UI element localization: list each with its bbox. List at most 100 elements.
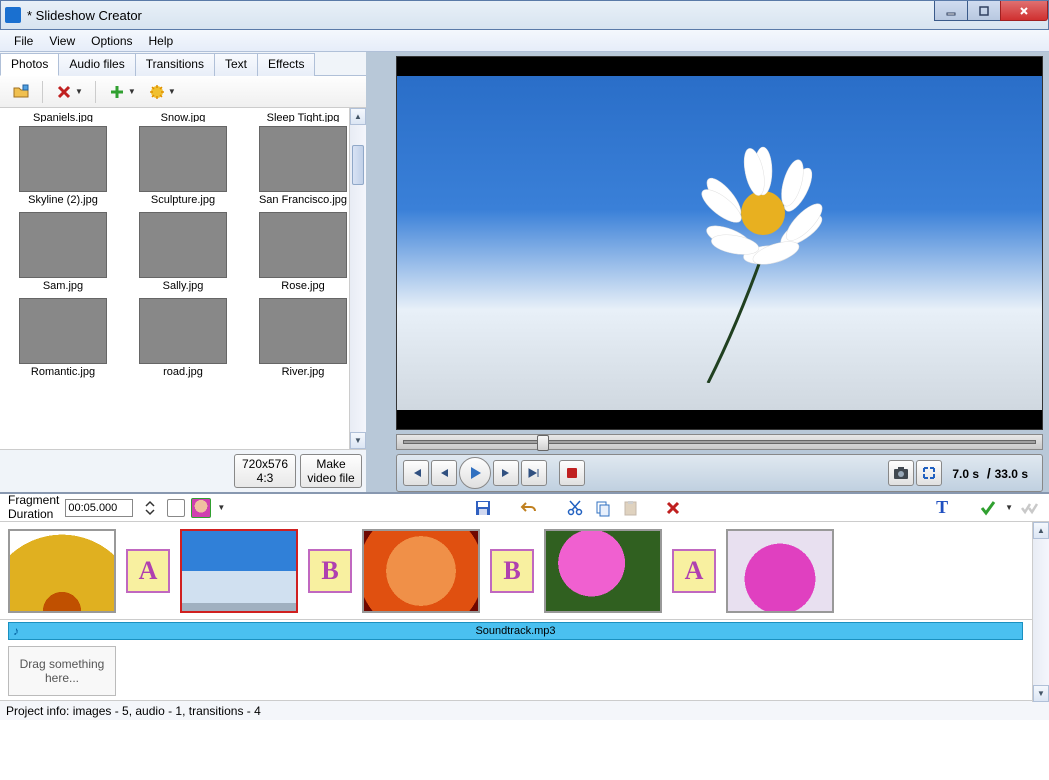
thumbnail-image <box>19 298 107 364</box>
scroll-down-icon[interactable]: ▼ <box>350 432 366 449</box>
menu-options[interactable]: Options <box>83 32 140 50</box>
menu-file[interactable]: File <box>6 32 41 50</box>
menu-bar: File View Options Help <box>0 30 1049 52</box>
drop-zone[interactable]: Drag something here... <box>8 646 116 696</box>
maximize-button[interactable] <box>967 1 1001 21</box>
duration-spinner[interactable] <box>139 497 161 519</box>
preview-viewport[interactable] <box>396 56 1043 430</box>
resolution-button[interactable]: 720x576 4:3 <box>234 454 296 488</box>
timeline-toolbar: FragmentDuration ▼ T ▼ <box>0 494 1049 522</box>
tab-effects[interactable]: Effects <box>257 53 315 76</box>
stop-button[interactable] <box>559 460 585 486</box>
preview-scrubber[interactable] <box>396 434 1043 450</box>
timeline-clip[interactable] <box>726 529 834 613</box>
fragment-duration-input[interactable] <box>65 499 133 517</box>
thumbnail-item[interactable]: Sam.jpg <box>8 212 118 292</box>
scroll-up-icon[interactable]: ▲ <box>1033 522 1049 539</box>
menu-help[interactable]: Help <box>141 32 182 50</box>
tab-audio-files[interactable]: Audio files <box>58 53 135 76</box>
next-button[interactable] <box>493 460 519 486</box>
status-bar: Project info: images - 5, audio - 1, tra… <box>0 700 1049 720</box>
chevron-down-icon[interactable]: ▼ <box>1005 503 1013 512</box>
thumbnail-image <box>139 212 227 278</box>
open-folder-button[interactable] <box>8 81 34 103</box>
transition-label: A <box>139 556 158 586</box>
timeline-clip[interactable] <box>362 529 480 613</box>
apply-all-button[interactable] <box>1019 497 1041 519</box>
thumbnail-image <box>259 212 347 278</box>
timeline-clip[interactable] <box>544 529 662 613</box>
timeline-clip[interactable] <box>180 529 298 613</box>
copy-button[interactable] <box>592 497 614 519</box>
minimize-button[interactable] <box>934 1 968 21</box>
scroll-down-icon[interactable]: ▼ <box>1033 685 1049 702</box>
chevron-down-icon[interactable]: ▼ <box>217 503 225 512</box>
menu-view[interactable]: View <box>41 32 83 50</box>
add-text-button[interactable]: T <box>931 497 953 519</box>
thumbnail-item[interactable]: Romantic.jpg <box>8 298 118 378</box>
timeline-area: FragmentDuration ▼ T ▼ ABBA ▲ ▼ ♪ So <box>0 492 1049 700</box>
thumbnail-grid[interactable]: Spaniels.jpg Snow.jpg Sleep Tight.jpg Sk… <box>0 108 366 449</box>
cut-button[interactable] <box>564 497 586 519</box>
video-track[interactable]: ABBA <box>0 522 1049 620</box>
tab-transitions[interactable]: Transitions <box>135 53 215 76</box>
thumbnail-image <box>139 298 227 364</box>
assets-toolbar: ▼ ▼ ▼ <box>0 76 366 108</box>
thumbnail-image <box>259 126 347 192</box>
delete-button[interactable]: ▼ <box>51 81 87 103</box>
thumbnail-label: San Francisco.jpg <box>259 194 347 206</box>
scroll-up-icon[interactable]: ▲ <box>350 108 366 125</box>
delete-clip-button[interactable] <box>662 497 684 519</box>
thumbnail-image <box>259 298 347 364</box>
save-button[interactable] <box>472 497 494 519</box>
go-start-button[interactable] <box>403 460 429 486</box>
effect-button[interactable]: ▼ <box>144 81 180 103</box>
face-crop-button[interactable] <box>191 498 211 518</box>
thumbnail-item[interactable]: River.jpg <box>248 298 358 378</box>
fragment-duration-label: FragmentDuration <box>8 494 59 520</box>
thumbnail-label: Skyline (2).jpg <box>28 194 98 206</box>
color-picker-button[interactable] <box>167 499 185 517</box>
thumbnail-item[interactable]: Sally.jpg <box>128 212 238 292</box>
prev-button[interactable] <box>431 460 457 486</box>
thumbnail-label: Sam.jpg <box>43 280 83 292</box>
thumbnail-item[interactable]: road.jpg <box>128 298 238 378</box>
transition-item[interactable]: A <box>126 549 170 593</box>
tab-text[interactable]: Text <box>214 53 258 76</box>
assets-scrollbar[interactable]: ▲ ▼ <box>349 108 366 449</box>
transition-item[interactable]: B <box>308 549 352 593</box>
thumbnail-label: Sculpture.jpg <box>151 194 215 206</box>
apply-button[interactable] <box>977 497 999 519</box>
go-end-button[interactable] <box>521 460 547 486</box>
timeline-clip[interactable] <box>8 529 116 613</box>
transition-label: A <box>685 556 704 586</box>
thumbnail-item[interactable]: Skyline (2).jpg <box>8 126 118 206</box>
thumbnail-image <box>139 126 227 192</box>
add-button[interactable]: ▼ <box>104 81 140 103</box>
paste-button[interactable] <box>620 497 642 519</box>
close-button[interactable] <box>1000 1 1048 21</box>
thumbnail-item[interactable]: Rose.jpg <box>248 212 358 292</box>
audio-track[interactable]: ♪ Soundtrack.mp3 <box>8 622 1023 640</box>
fullscreen-button[interactable] <box>916 460 942 486</box>
snapshot-button[interactable] <box>888 460 914 486</box>
scrubber-handle[interactable] <box>537 435 549 451</box>
assets-panel: Photos Audio files Transitions Text Effe… <box>0 52 366 492</box>
transition-item[interactable]: B <box>490 549 534 593</box>
time-current: 7.0 s <box>952 467 979 481</box>
drop-track[interactable]: Drag something here... <box>0 642 1049 700</box>
flower-graphic <box>668 143 868 383</box>
play-button[interactable] <box>459 457 491 489</box>
thumbnail-item[interactable]: San Francisco.jpg <box>248 126 358 206</box>
tab-photos[interactable]: Photos <box>0 53 59 76</box>
audio-clip-name: Soundtrack.mp3 <box>9 625 1022 637</box>
thumbnail-item[interactable]: Sculpture.jpg <box>128 126 238 206</box>
transition-label: B <box>503 556 520 586</box>
timeline-scrollbar[interactable]: ▲ ▼ <box>1032 522 1049 702</box>
make-video-button[interactable]: Make video file <box>300 454 362 488</box>
undo-button[interactable] <box>518 497 540 519</box>
scroll-thumb[interactable] <box>352 145 364 185</box>
transition-item[interactable]: A <box>672 549 716 593</box>
preview-panel: 7.0 s / 33.0 s <box>366 52 1049 492</box>
title-bar: * Slideshow Creator <box>0 0 1049 30</box>
